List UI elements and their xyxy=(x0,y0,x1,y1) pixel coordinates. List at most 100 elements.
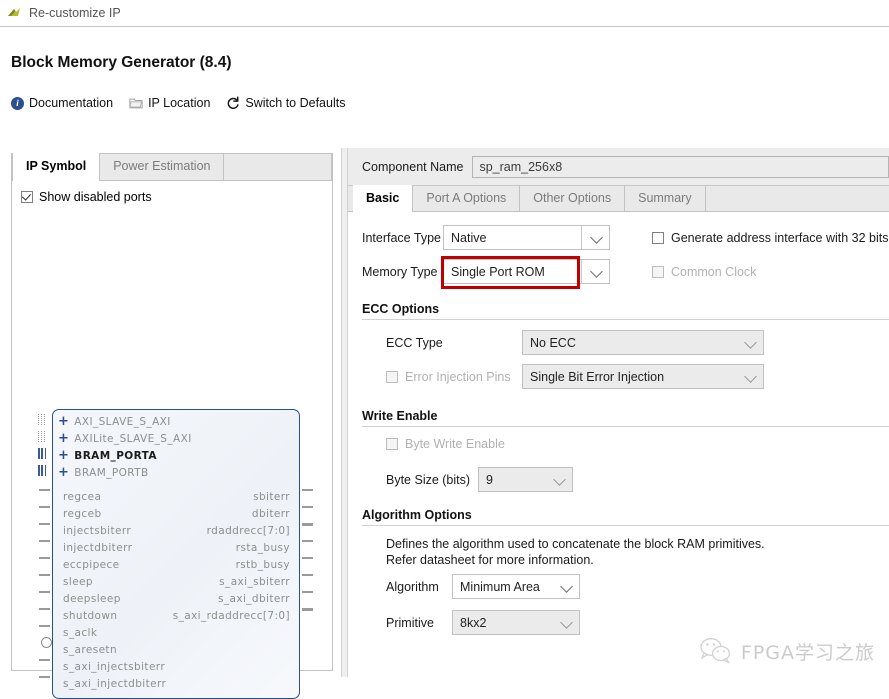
show-disabled-ports-label: Show disabled ports xyxy=(39,190,152,204)
component-name-label: Component Name xyxy=(362,159,464,174)
component-name-row: Component Name sp_ram_256x8 xyxy=(348,148,889,185)
port-label-regceb: regceb xyxy=(63,507,102,520)
byte-size-label: Byte Size (bits) xyxy=(386,472,471,487)
write-enable-title: Write Enable xyxy=(362,409,438,423)
expand-plus-icon[interactable]: + xyxy=(58,415,69,428)
primitive-label: Primitive xyxy=(386,615,434,630)
chevron-down-icon[interactable] xyxy=(744,369,757,383)
bus-stub-axilite-slave xyxy=(38,431,46,442)
pin-stub-s-axi-sbiterr xyxy=(302,574,313,576)
page-header: Block Memory Generator (8.4) i Documenta… xyxy=(0,27,889,122)
port-label-injectsbiterr: injectsbiterr xyxy=(63,524,132,537)
interface-type-select[interactable]: Native xyxy=(443,225,610,250)
documentation-link[interactable]: i Documentation xyxy=(11,96,113,110)
select-divider xyxy=(581,226,582,249)
basic-tab-form: Interface Type Native Generate address i… xyxy=(348,212,889,677)
byte-size-select[interactable]: 9 xyxy=(478,467,573,492)
error-injection-pins-label: Error Injection Pins xyxy=(405,369,511,384)
bus-label: AXILite_SLAVE_S_AXI xyxy=(74,432,192,445)
config-tabstrip: Basic Port A Options Other Options Summa… xyxy=(348,185,889,212)
pin-stub-sbiterr xyxy=(302,489,313,491)
pin-stub-s-aresetn xyxy=(41,637,52,648)
tab-port-a-options[interactable]: Port A Options xyxy=(413,185,521,211)
memory-type-select[interactable]: Single Port ROM xyxy=(441,256,610,289)
bus-label: BRAM_PORTB xyxy=(74,466,149,479)
ecc-options-title: ECC Options xyxy=(362,302,440,316)
tab-basic[interactable]: Basic xyxy=(353,185,414,212)
chevron-down-icon[interactable] xyxy=(590,230,603,244)
ip-location-label: IP Location xyxy=(148,96,211,110)
memory-type-label: Memory Type xyxy=(362,264,438,279)
pin-stub-injectdbiterr xyxy=(39,540,50,542)
pin-stub-s-axi-rdaddrecc xyxy=(302,608,313,611)
port-label-shutdown: shutdown xyxy=(63,609,118,622)
error-injection-type-value: Single Bit Error Injection xyxy=(530,369,665,384)
primitive-select[interactable]: 8kx2 xyxy=(452,610,580,635)
ip-symbol-panel: IP Symbol Power Estimation Show disabled… xyxy=(0,148,341,699)
pin-stub-regceb xyxy=(39,506,50,508)
tab-other-options[interactable]: Other Options xyxy=(520,185,626,211)
panel-splitter[interactable] xyxy=(341,148,348,677)
component-name-input[interactable]: sp_ram_256x8 xyxy=(472,155,889,178)
port-label-s-aclk: s_aclk xyxy=(63,626,98,639)
port-label-injectdbiterr: injectdbiterr xyxy=(63,541,133,554)
chevron-down-icon[interactable] xyxy=(560,579,573,593)
memory-type-value: Single Port ROM xyxy=(451,264,545,279)
ecc-type-select[interactable]: No ECC xyxy=(522,330,764,355)
error-injection-row: Error Injection Pins Single Bit Error In… xyxy=(348,364,889,389)
error-injection-type-select[interactable]: Single Bit Error Injection xyxy=(522,364,764,389)
pin-stub-dbiterr xyxy=(302,506,313,508)
tab-ip-symbol[interactable]: IP Symbol xyxy=(13,153,101,181)
ecc-options-rule xyxy=(362,319,889,320)
show-disabled-ports-row[interactable]: Show disabled ports xyxy=(12,181,332,204)
byte-write-enable-row: Byte Write Enable xyxy=(348,437,889,451)
port-label-s-axi-rdaddrecc: s_axi_rdaddrecc[7:0] xyxy=(172,609,290,622)
switch-to-defaults-link[interactable]: Switch to Defaults xyxy=(226,96,345,110)
byte-size-value: 9 xyxy=(486,472,493,487)
bus-stub-bram-portb xyxy=(38,465,46,476)
ip-symbol-panel-inner: IP Symbol Power Estimation Show disabled… xyxy=(11,153,333,699)
expand-plus-icon[interactable]: + xyxy=(58,432,69,445)
write-enable-rule xyxy=(362,426,889,427)
chevron-down-icon[interactable] xyxy=(553,472,566,486)
switch-to-defaults-label: Switch to Defaults xyxy=(245,96,346,110)
chevron-down-icon[interactable] xyxy=(744,335,757,349)
page-title: Block Memory Generator (8.4) xyxy=(11,54,232,71)
bus-label: AXI_SLAVE_S_AXI xyxy=(74,415,171,428)
generate-address-interface-row[interactable]: Generate address interface with 32 bits xyxy=(652,231,888,245)
bus-row-bram-porta[interactable]: + BRAM_PORTA xyxy=(53,447,157,464)
bus-row-bram-portb[interactable]: + BRAM_PORTB xyxy=(53,464,149,481)
bus-label: BRAM_PORTA xyxy=(74,449,157,462)
generate-address-interface-checkbox[interactable] xyxy=(652,231,664,244)
common-clock-row: Common Clock xyxy=(652,265,756,279)
chevron-down-icon[interactable] xyxy=(590,264,603,278)
pin-stub-rdaddrecc xyxy=(302,523,313,526)
algorithm-row: Algorithm Minimum Area xyxy=(348,574,889,599)
main-content: IP Symbol Power Estimation Show disabled… xyxy=(0,148,889,699)
show-disabled-ports-checkbox[interactable] xyxy=(21,191,33,203)
bus-row-axi-slave[interactable]: + AXI_SLAVE_S_AXI xyxy=(53,413,171,430)
tab-summary[interactable]: Summary xyxy=(625,185,706,211)
port-label-s-axi-sbiterr: s_axi_sbiterr xyxy=(219,575,290,588)
chevron-down-icon[interactable] xyxy=(560,615,573,629)
expand-plus-icon[interactable]: + xyxy=(58,449,69,462)
pin-stub-s-axi-dbiterr xyxy=(302,591,313,593)
ecc-type-row: ECC Type No ECC xyxy=(348,330,889,355)
ip-location-link[interactable]: IP Location xyxy=(129,96,210,110)
left-tabstrip-filler xyxy=(224,153,331,180)
bus-row-axilite-slave[interactable]: + AXILite_SLAVE_S_AXI xyxy=(53,430,192,447)
pin-stub-regcea xyxy=(39,489,50,491)
port-label-dbiterr: dbiterr xyxy=(251,507,290,520)
byte-write-enable-checkbox xyxy=(386,438,398,450)
pin-stub-rstb-busy xyxy=(302,557,313,559)
common-clock-checkbox xyxy=(652,265,664,278)
port-label-rsta-busy: rsta_busy xyxy=(235,541,290,554)
tab-power-estimation[interactable]: Power Estimation xyxy=(100,153,225,180)
expand-plus-icon[interactable]: + xyxy=(58,466,69,479)
configuration-panel: Component Name sp_ram_256x8 Basic Port A… xyxy=(348,148,889,677)
left-tabstrip: IP Symbol Power Estimation xyxy=(12,153,332,181)
bus-stub-axi-slave xyxy=(38,414,46,425)
pin-stub-shutdown xyxy=(39,608,50,610)
port-label-eccpipece: eccpipece xyxy=(63,558,120,571)
algorithm-select[interactable]: Minimum Area xyxy=(452,574,580,599)
